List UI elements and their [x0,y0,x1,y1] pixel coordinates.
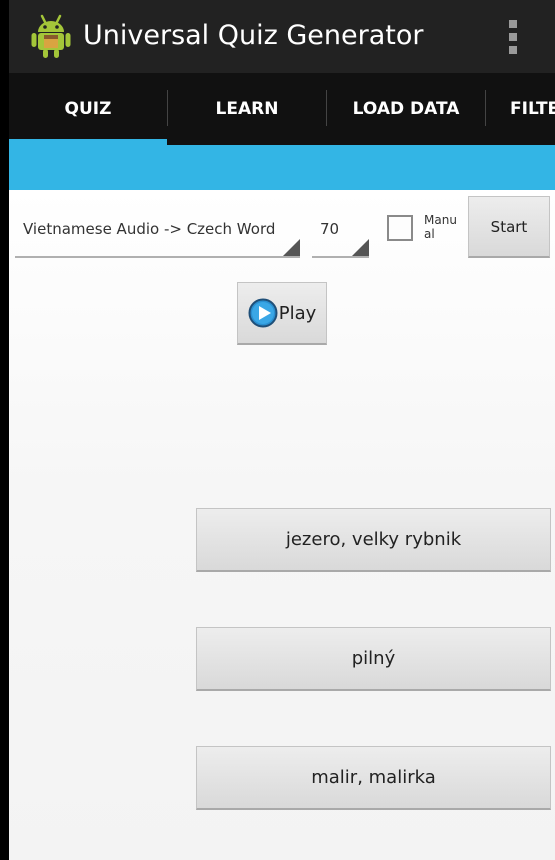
app-title: Universal Quiz Generator [83,20,424,51]
quiz-mode-select[interactable]: Vietnamese Audio -> Czech Word [15,192,300,258]
quiz-panel: Vietnamese Audio -> Czech Word 70 Manual… [9,190,555,860]
android-robot-icon [31,14,71,58]
tab-quiz[interactable]: QUIZ [9,73,167,145]
play-circle-icon [248,298,278,328]
overflow-menu-icon[interactable] [502,17,526,57]
play-button[interactable]: Play [237,282,327,345]
answer-button-3[interactable]: malir, malirka [196,746,551,810]
question-count-value: 70 [320,220,340,238]
screen-edge [0,0,9,860]
spinner-arrow-icon [283,239,300,256]
tab-load-data[interactable]: LOAD DATA [327,73,485,145]
accent-band [9,145,555,190]
quiz-mode-value: Vietnamese Audio -> Czech Word [23,220,276,238]
play-label: Play [278,302,317,324]
manual-label: Manual [424,213,457,241]
tab-bar: QUIZ LEARN LOAD DATA FILTE [9,73,555,145]
question-count-select[interactable]: 70 [312,192,369,258]
action-bar: Universal Quiz Generator [9,0,555,73]
tab-filter[interactable]: FILTE [486,73,555,145]
answer-button-1[interactable]: jezero, velky rybnik [196,508,551,572]
tab-learn[interactable]: LEARN [168,73,326,145]
start-button[interactable]: Start [468,196,550,258]
answer-button-2[interactable]: pilný [196,627,551,691]
spinner-arrow-icon [352,239,369,256]
manual-checkbox[interactable] [387,215,413,241]
